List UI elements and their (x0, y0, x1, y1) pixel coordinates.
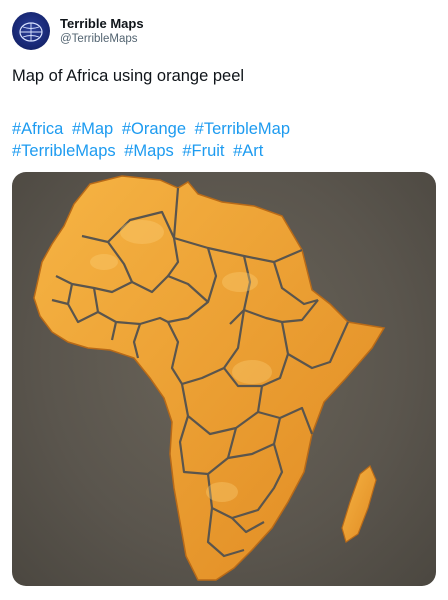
tweet-header: Terrible Maps @TerribleMaps (12, 12, 144, 50)
hashtag-link[interactable]: #Maps (124, 142, 174, 160)
tweet-photo[interactable] (12, 172, 436, 586)
avatar[interactable] (12, 12, 50, 50)
hashtag-link[interactable]: #Map (72, 120, 113, 138)
tweet-text: Map of Africa using orange peel (12, 67, 245, 85)
handle[interactable]: @TerribleMaps (60, 32, 144, 47)
orange-peel-africa-map (33, 175, 386, 581)
hashtag-link[interactable]: #Orange (122, 120, 186, 138)
hashtag-link[interactable]: #TerribleMaps (12, 142, 116, 160)
hashtag-link[interactable]: #Fruit (182, 142, 224, 160)
hashtag-link[interactable]: #Art (233, 142, 263, 160)
hashtag-link[interactable]: #TerribleMap (195, 120, 290, 138)
madagascar-shape (341, 465, 377, 543)
hashtag-link[interactable]: #Africa (12, 120, 63, 138)
globe-icon (19, 22, 43, 42)
display-name[interactable]: Terrible Maps (60, 16, 144, 32)
tweet-card: Terrible Maps @TerribleMaps Map of Afric… (0, 0, 448, 600)
hashtag-list: #Africa #Map #Orange #TerribleMap #Terri… (12, 118, 432, 162)
